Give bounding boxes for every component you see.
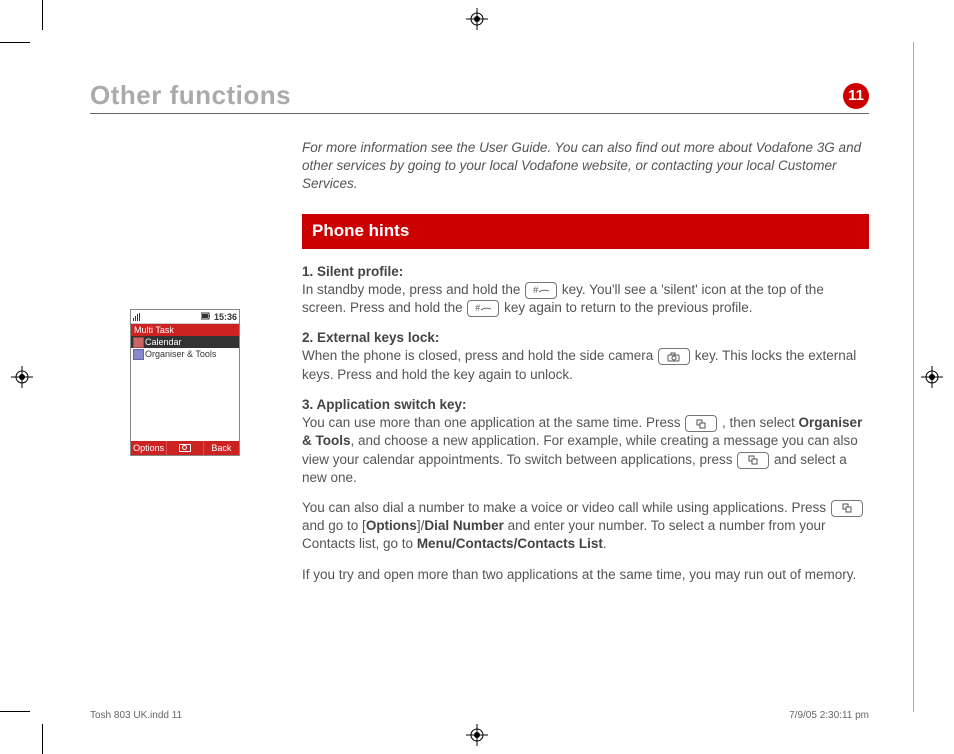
organiser-icon (133, 349, 144, 360)
switch-key-icon (737, 452, 769, 469)
switch-key-icon (831, 500, 863, 517)
camera-key-icon (658, 348, 690, 365)
crop-mark (42, 724, 43, 754)
crop-mark (0, 711, 30, 712)
battery-icon (201, 312, 211, 320)
page-number-badge: 11 (843, 83, 869, 109)
footer-filename: Tosh 803 UK.indd 11 (90, 710, 182, 721)
softkey-camera-icon (166, 441, 203, 455)
calendar-icon (133, 337, 144, 348)
switch-key-icon (685, 415, 717, 432)
section-heading: Phone hints (302, 214, 869, 249)
registration-mark-icon (466, 8, 488, 30)
phone-list-item: Calendar (131, 336, 239, 348)
registration-mark-icon (921, 366, 943, 388)
hint-3: 3. Application switch key: You can use m… (302, 396, 869, 487)
crop-mark (0, 42, 30, 43)
hint-1: 1. Silent profile: In standby mode, pres… (302, 263, 869, 318)
phone-clock: 15:36 (214, 312, 237, 322)
hash-key-icon: # (467, 300, 499, 317)
footer-timestamp: 7/9/05 2:30:11 pm (789, 710, 869, 721)
hash-key-icon: # (525, 282, 557, 299)
phone-list-item: Organiser & Tools (131, 348, 239, 360)
svg-text:#: # (533, 285, 539, 295)
crop-mark (42, 0, 43, 30)
phone-window-title: Multi Task (131, 324, 239, 336)
registration-mark-icon (11, 366, 33, 388)
phone-list-label: Organiser & Tools (145, 349, 216, 359)
phone-list-label: Calendar (145, 337, 182, 347)
page-title: Other functions (90, 80, 291, 111)
hint-5: If you try and open more than two applic… (302, 566, 869, 584)
phone-screenshot: 15:36 Multi Task Calendar Organiser & To… (130, 309, 240, 456)
hint-4: You can also dial a number to make a voi… (302, 499, 869, 554)
softkey-options: Options (131, 441, 166, 455)
softkey-back: Back (204, 441, 239, 455)
page-crop-rule (913, 42, 914, 712)
intro-text: For more information see the User Guide.… (302, 139, 869, 194)
hint-2: 2. External keys lock: When the phone is… (302, 329, 869, 384)
registration-mark-icon (466, 724, 488, 746)
svg-text:#: # (475, 303, 481, 313)
signal-icon (133, 313, 140, 321)
